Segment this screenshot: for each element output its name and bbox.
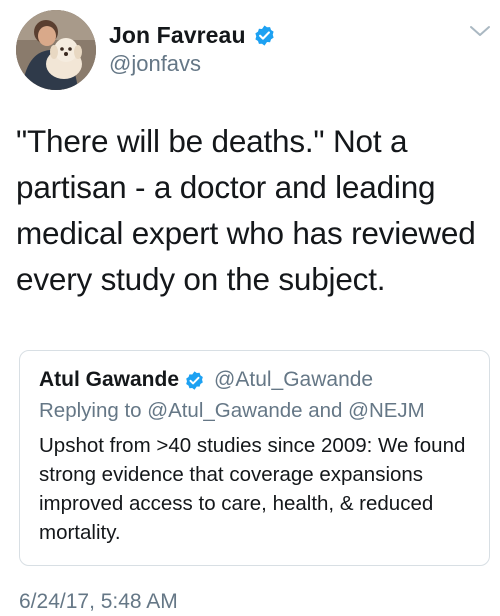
author-avatar[interactable]	[16, 10, 96, 90]
quoted-reply-context: Replying to @Atul_Gawande and @NEJM	[39, 399, 425, 422]
author-display-name[interactable]: Jon Favreau	[109, 22, 246, 49]
quoted-tweet-text: Upshot from >40 studies since 2009: We f…	[39, 434, 466, 544]
author-name-row: Jon Favreau	[109, 19, 276, 51]
author-handle[interactable]: @jonfavs	[109, 51, 201, 77]
tweet-header: Jon Favreau @jonfavs	[0, 0, 500, 100]
quoted-tweet-card[interactable]: Atul Gawande @Atul_Gawande Replying to @…	[19, 350, 490, 566]
quoted-author-name: Atul Gawande	[39, 368, 180, 391]
verified-badge-icon	[255, 24, 274, 46]
avatar-photo-icon	[16, 10, 96, 90]
quoted-author-handle: @Atul_Gawande	[214, 368, 374, 391]
quoted-author-row: Atul Gawande @Atul_Gawande	[39, 365, 373, 395]
tweet-text: "There will be deaths." Not a partisan -…	[16, 123, 476, 297]
tweet-timestamp[interactable]: 6/24/17, 5:48 AM	[19, 590, 178, 614]
chevron-down-icon[interactable]	[468, 22, 492, 40]
verified-badge-icon	[186, 370, 203, 390]
